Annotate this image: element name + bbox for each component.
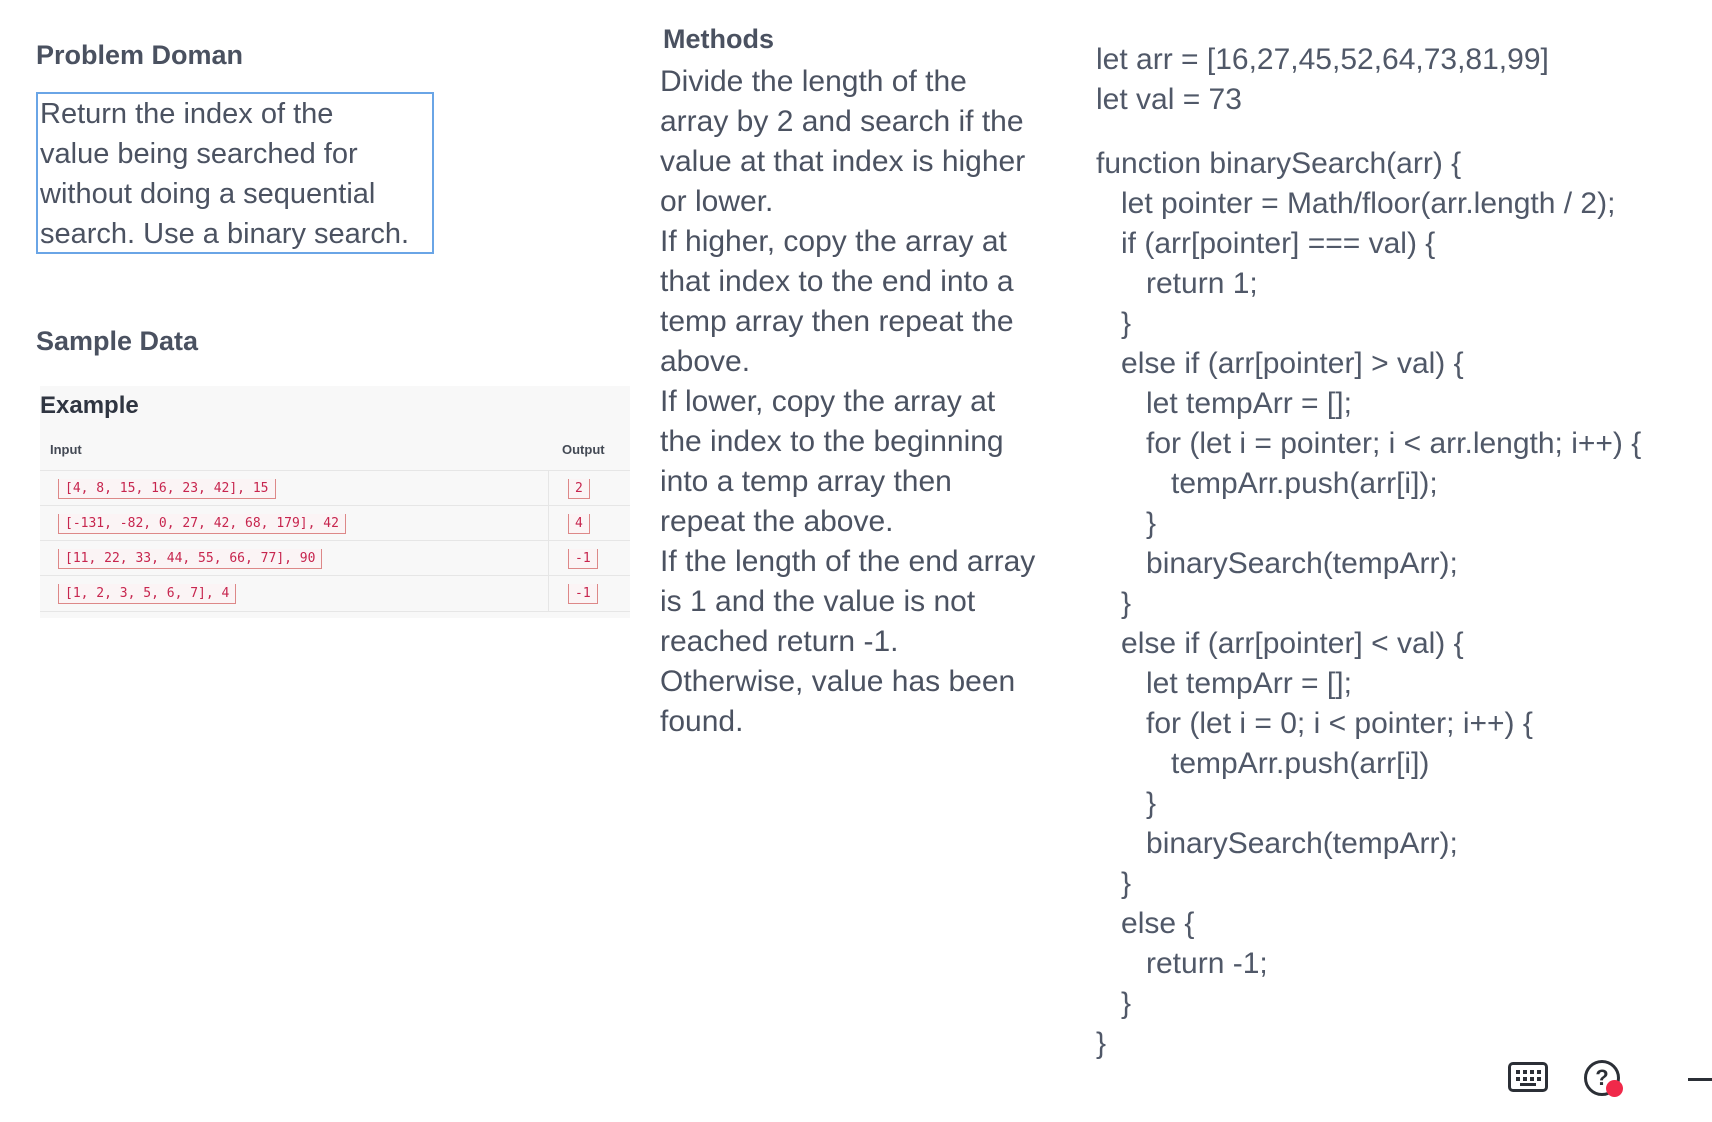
example-title: Example: [40, 392, 139, 419]
key-dot: [1523, 1077, 1527, 1081]
key-dot: [1516, 1070, 1520, 1074]
sample-data-title: Sample Data: [36, 326, 199, 356]
space-bar: [1520, 1083, 1536, 1086]
code-line: tempArr.push(arr[i]);: [1096, 467, 1438, 500]
table-row: [1, 2, 3, 5, 6, 7], 4 -1: [40, 575, 630, 612]
code-line: }: [1096, 987, 1132, 1020]
code-line: binarySearch(tempArr);: [1096, 827, 1458, 860]
code-line: }: [1096, 1027, 1107, 1060]
code-line: }: [1096, 867, 1132, 900]
code-line: let tempArr = [];: [1096, 387, 1352, 420]
code-line: let pointer = Math/floor(arr.length / 2)…: [1096, 187, 1616, 220]
table-row: [11, 22, 33, 44, 55, 66, 77], 90 -1: [40, 540, 630, 576]
problem-line: value being searched for: [40, 138, 358, 170]
problem-description-box[interactable]: Return the index of the value being sear…: [36, 92, 434, 254]
problem-line: search. Use a binary search.: [40, 218, 410, 250]
key-dot: [1523, 1070, 1527, 1074]
output-cell: -1: [568, 549, 598, 569]
column-divider: [548, 471, 549, 506]
output-column-header: Output: [562, 442, 605, 457]
code-line: binarySearch(tempArr);: [1096, 547, 1458, 580]
methods-line: that index to the end into a: [660, 265, 1014, 298]
column-divider: [548, 576, 549, 611]
key-dot: [1516, 1077, 1520, 1081]
methods-line: If higher, copy the array at: [660, 225, 1007, 258]
input-cell: [4, 8, 15, 16, 23, 42], 15: [58, 479, 276, 499]
methods-line: above.: [660, 345, 751, 378]
methods-line: into a temp array then: [660, 465, 952, 498]
input-cell: [11, 22, 33, 44, 55, 66, 77], 90: [58, 549, 323, 569]
methods-line: found.: [660, 705, 744, 738]
code-line: return 1;: [1096, 267, 1258, 300]
code-line: let tempArr = [];: [1096, 667, 1352, 700]
output-cell: 4: [568, 514, 590, 534]
code-line: let val = 73: [1096, 83, 1242, 116]
key-dot: [1537, 1077, 1541, 1081]
minimize-icon[interactable]: [1688, 1078, 1712, 1081]
methods-text[interactable]: Divide the length of the array by 2 and …: [660, 62, 1060, 742]
code-line: return -1;: [1096, 947, 1268, 980]
code-line: else {: [1096, 907, 1195, 940]
methods-line: value at that index is higher: [660, 145, 1026, 178]
code-line: else if (arr[pointer] < val) {: [1096, 627, 1464, 660]
code-line: }: [1096, 787, 1157, 820]
methods-line: temp array then repeat the: [660, 305, 1014, 338]
keyboard-icon[interactable]: [1508, 1062, 1548, 1092]
key-dot: [1530, 1077, 1534, 1081]
methods-title: Methods: [663, 24, 774, 54]
code-line: tempArr.push(arr[i]): [1096, 747, 1430, 780]
column-divider: [548, 541, 549, 576]
input-cell: [1, 2, 3, 5, 6, 7], 4: [58, 584, 237, 604]
table-row: [-131, -82, 0, 27, 42, 68, 179], 42 4: [40, 505, 630, 541]
methods-line: Otherwise, value has been: [660, 665, 1016, 698]
example-table: Example Input Output [4, 8, 15, 16, 23, …: [40, 386, 630, 618]
methods-line: Divide the length of the: [660, 65, 967, 98]
code-line: }: [1096, 507, 1157, 540]
code-line: let arr = [16,27,45,52,64,73,81,99]: [1096, 43, 1549, 76]
code-block[interactable]: let arr = [16,27,45,52,64,73,81,99] let …: [1096, 40, 1641, 1064]
input-cell: [-131, -82, 0, 27, 42, 68, 179], 42: [58, 514, 346, 534]
code-line: }: [1096, 307, 1132, 340]
code-line: if (arr[pointer] === val) {: [1096, 227, 1436, 260]
problem-domain-title: Problem Doman: [36, 40, 244, 70]
methods-line: If the length of the end array: [660, 545, 1036, 578]
problem-line: without doing a sequential: [40, 178, 376, 210]
column-divider: [548, 506, 549, 541]
methods-line: repeat the above.: [660, 505, 894, 538]
methods-line: or lower.: [660, 185, 774, 218]
code-line: else if (arr[pointer] > val) {: [1096, 347, 1464, 380]
code-line: function binarySearch(arr) {: [1096, 147, 1462, 180]
output-cell: -1: [568, 584, 598, 604]
methods-line: the index to the beginning: [660, 425, 1004, 458]
methods-line: If lower, copy the array at: [660, 385, 996, 418]
methods-line: array by 2 and search if the: [660, 105, 1024, 138]
code-line: for (let i = pointer; i < arr.length; i+…: [1096, 427, 1642, 460]
problem-line: Return the index of the: [40, 98, 334, 130]
methods-line: is 1 and the value is not: [660, 585, 976, 618]
output-cell: 2: [568, 479, 590, 499]
key-dot: [1537, 1070, 1541, 1074]
notification-dot: [1606, 1080, 1623, 1097]
methods-line: reached return -1.: [660, 625, 899, 658]
code-line: }: [1096, 587, 1132, 620]
table-row: [4, 8, 15, 16, 23, 42], 15 2: [40, 470, 630, 506]
key-dot: [1530, 1070, 1534, 1074]
input-column-header: Input: [50, 442, 82, 457]
code-line: for (let i = 0; i < pointer; i++) {: [1096, 707, 1533, 740]
